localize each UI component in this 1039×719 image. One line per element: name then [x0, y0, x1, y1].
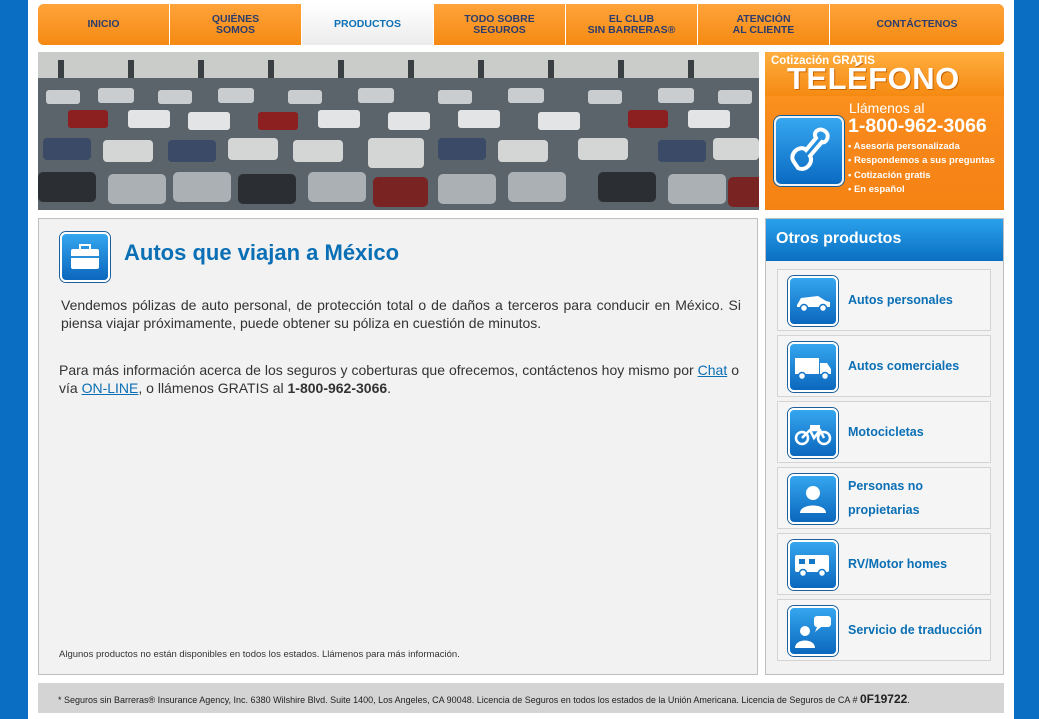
contact-text: Para más información acerca de los segur…: [59, 362, 698, 378]
promo-title: TELÉFONO: [787, 61, 960, 96]
availability-footnote: Algunos productos no están disponibles e…: [59, 649, 460, 660]
sidebar-title: Otros productos: [766, 219, 1003, 261]
sidebar-item-servicio-traduccion[interactable]: Servicio de traducción: [777, 599, 991, 661]
page: INICIO QUIÉNES SOMOS PRODUCTOS TODO SOBR…: [28, 0, 1014, 719]
car-icon: [788, 276, 838, 326]
promo-benefit: Asesoría personalizada: [848, 140, 995, 154]
nav-item-contactenos[interactable]: CONTÁCTENOS: [830, 4, 1004, 45]
person-icon: [788, 474, 838, 524]
promo-call-label: Llámenos al: [849, 100, 925, 116]
truck-icon: [788, 342, 838, 392]
sidebar-item-rv-motor-homes[interactable]: RV/Motor homes: [777, 533, 991, 595]
motorcycle-icon: [788, 408, 838, 458]
sidebar-item-personas-no-propietarias[interactable]: Personas no propietarias: [777, 467, 991, 529]
legal-text: * Seguros sin Barreras® Insurance Agency…: [58, 695, 860, 705]
page-title: Autos que viajan a México: [124, 240, 400, 265]
hero-image-traffic: [38, 52, 759, 210]
other-products-sidebar: Otros productos Autos personales Autos c…: [765, 218, 1004, 675]
license-number: 0F19722: [859, 692, 908, 706]
sidebar-item-autos-comerciales[interactable]: Autos comerciales: [777, 335, 991, 397]
sidebar-item-label: Autos comerciales: [848, 359, 960, 373]
translation-icon: [788, 606, 838, 656]
contact-phone-number: 1-800-962-3066: [287, 380, 388, 396]
sidebar-item-label: Autos personales: [848, 293, 953, 307]
sidebar-item-label: Motocicletas: [848, 425, 924, 439]
nav-item-el-club[interactable]: EL CLUB SIN BARRERAS®: [566, 4, 698, 45]
promo-benefit: Cotización gratis: [848, 169, 995, 183]
contact-paragraph: Para más información acerca de los segur…: [59, 361, 739, 397]
promo-benefit: En español: [848, 183, 995, 197]
chat-link[interactable]: Chat: [698, 362, 728, 378]
contact-text: .: [387, 380, 392, 396]
legal-text-end: .: [907, 695, 910, 705]
nav-item-inicio[interactable]: INICIO: [38, 4, 170, 45]
promo-header: Cotización GRATIS TELÉFONO: [765, 52, 1004, 96]
intro-paragraph: Vendemos pólizas de auto personal, de pr…: [61, 297, 741, 331]
main-nav: INICIO QUIÉNES SOMOS PRODUCTOS TODO SOBR…: [38, 4, 1004, 45]
telephone-icon: [774, 116, 844, 186]
promo-benefit: Respondemos a sus preguntas: [848, 154, 995, 168]
nav-item-quienes-somos[interactable]: QUIÉNES SOMOS: [170, 4, 302, 45]
sidebar-item-label: Personas no propietarias: [848, 479, 924, 517]
sidebar-item-label: Servicio de traducción: [848, 623, 983, 637]
briefcase-icon: [60, 232, 110, 282]
nav-item-atencion-cliente[interactable]: ATENCIÓN AL CLIENTE: [698, 4, 830, 45]
main-content: Autos que viajan a México Vendemos póliz…: [38, 218, 758, 675]
sidebar-item-autos-personales[interactable]: Autos personales: [777, 269, 991, 331]
sidebar-item-label: RV/Motor homes: [848, 557, 948, 571]
online-link[interactable]: ON-LINE: [82, 380, 139, 396]
legal-footer: * Seguros sin Barreras® Insurance Agency…: [38, 683, 1004, 713]
sidebar-item-motocicletas[interactable]: Motocicletas: [777, 401, 991, 463]
nav-item-todo-sobre-seguros[interactable]: TODO SOBRE SEGUROS: [434, 4, 566, 45]
phone-promo-banner[interactable]: Cotización GRATIS TELÉFONO Llámenos al 1…: [765, 52, 1004, 210]
promo-benefits-list: Asesoría personalizada Respondemos a sus…: [848, 140, 995, 197]
nav-item-productos[interactable]: PRODUCTOS: [302, 4, 434, 45]
promo-phone-number[interactable]: 1-800-962-3066: [848, 115, 987, 138]
rv-icon: [788, 540, 838, 590]
contact-text: , o llámenos GRATIS al: [138, 380, 288, 396]
